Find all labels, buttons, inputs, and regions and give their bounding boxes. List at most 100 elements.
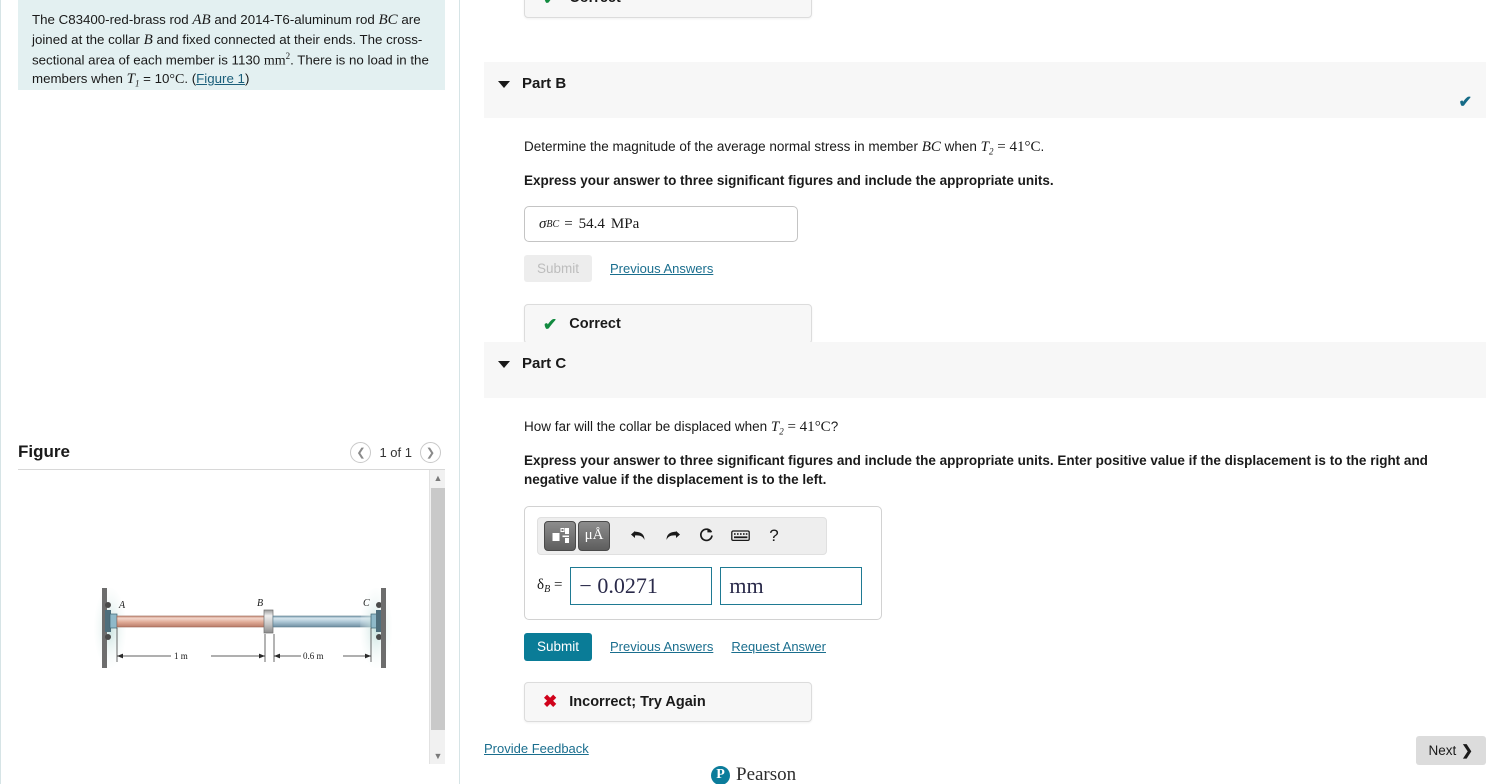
collar-b-symbol: B (143, 31, 153, 48)
part-c-question-post: ? (830, 419, 839, 434)
part-b-header[interactable]: Part B ✔ (484, 62, 1486, 118)
part-b-feedback: ✔ Correct (524, 304, 812, 345)
keyboard-glyph (730, 530, 750, 542)
math-template-glyph (552, 528, 569, 543)
part-b-temp-value: = 41 (993, 139, 1025, 155)
part-b-question-pre: Determine the magnitude of the average n… (524, 139, 922, 154)
part-b-member: BC (921, 139, 941, 155)
part-a-feedback: ✔ Correct (524, 0, 812, 18)
part-b-feedback-label: Correct (569, 316, 621, 333)
undo-glyph (630, 531, 644, 540)
part-c-request-answer-link[interactable]: Request Answer (731, 639, 826, 654)
part-b-instruction: Express your answer to three significant… (524, 173, 1054, 189)
part-c-temp-symbol: T (770, 419, 780, 435)
figure-frame: A B C 1 m 0.6 m ▲ ▼ (18, 469, 445, 764)
part-c-body: How far will the collar be displaced whe… (484, 398, 1486, 722)
part-c-label: Part C (522, 355, 567, 372)
scrollbar-thumb[interactable] (431, 488, 445, 730)
cross-icon: ✖ (543, 692, 558, 711)
part-c-answer-equals: = (553, 576, 563, 593)
figure-prev-button[interactable]: ❮ (350, 441, 372, 463)
area-units: mm (263, 53, 286, 69)
provide-feedback-link[interactable]: Provide Feedback (484, 741, 589, 756)
left-panel: The C83400-red-brass rod AB and 2014-T6-… (0, 0, 445, 784)
caret-down-icon[interactable] (498, 81, 510, 88)
temperature-symbol: T (126, 71, 135, 88)
footer-bar: Provide Feedback Next ❯ (484, 732, 1486, 772)
label-b: B (257, 598, 263, 609)
temperature-equals: = 10 (139, 71, 170, 87)
rod-bc-symbol: BC (378, 12, 398, 28)
math-template-icon[interactable] (544, 520, 576, 551)
part-b-temp-units: °C (1024, 139, 1041, 155)
part-c-answer-row: δB = − 0.0271 mm (537, 566, 869, 605)
chevron-left-icon: ❮ (356, 446, 366, 459)
figure-scrollbar[interactable]: ▲ ▼ (429, 470, 445, 764)
pearson-wordmark: Pearson (736, 764, 797, 784)
figure-nav: ❮ 1 of 1 ❯ (350, 441, 445, 463)
temperature-units: °C (169, 72, 185, 88)
problem-text-2: and 2014-T6-aluminum rod (210, 12, 379, 27)
help-icon[interactable]: ? (758, 521, 790, 551)
figure-title: Figure (18, 442, 70, 461)
part-c-math-editor: μÅ ? δB = − 0.0271 mm (524, 505, 882, 620)
undo-icon[interactable] (622, 521, 654, 551)
part-c-value-text: − 0.0271 (579, 572, 658, 598)
part-a-feedback-label: Correct (569, 0, 621, 6)
part-b-answer-units: MPa (610, 215, 640, 232)
rod-assembly-diagram: A B C 1 m 0.6 m (94, 588, 392, 668)
problem-statement: The C83400-red-brass rod AB and 2014-T6-… (18, 0, 445, 90)
figure-header: Figure ❮ 1 of 1 ❯ (18, 434, 445, 470)
pearson-mark-icon: P (711, 765, 730, 784)
part-b-answer-value: 54.4 (578, 215, 605, 232)
part-b-section: Part B ✔ Determine the magnitude of the … (484, 62, 1486, 345)
part-c-section: Part C How far will the collar be displa… (484, 342, 1486, 722)
part-b-answer-subscript: BC (546, 218, 560, 230)
part-c-temp-units: °C (814, 419, 831, 435)
problem-text-6: . ( (184, 71, 197, 87)
part-c-feedback: ✖ Incorrect; Try Again (524, 681, 812, 722)
figure-1-link[interactable]: Figure 1 (196, 71, 245, 86)
part-c-question: How far will the collar be displaced whe… (524, 416, 1486, 439)
part-c-value-input[interactable]: − 0.0271 (570, 566, 713, 605)
reset-icon[interactable] (690, 521, 722, 551)
part-c-submit-button[interactable]: Submit (524, 632, 592, 661)
scroll-up-button[interactable]: ▲ (430, 470, 446, 486)
math-toolbar: μÅ ? (537, 516, 827, 555)
part-c-units-input[interactable]: mm (720, 566, 863, 605)
part-b-question-mid: when (940, 139, 981, 154)
chevron-right-icon: ❯ (425, 446, 436, 459)
check-icon: ✔ (543, 0, 557, 7)
problem-text-7: ) (244, 71, 250, 87)
part-c-feedback-label: Incorrect; Try Again (569, 693, 706, 710)
part-b-temp-symbol: T (980, 139, 989, 155)
part-b-body: Determine the magnitude of the average n… (484, 118, 1486, 345)
part-b-status-icon: ✔ (1458, 94, 1472, 111)
part-b-answer-field[interactable]: σ BC = 54.4 MPa (524, 206, 798, 243)
dimension-1m: 1 m (174, 651, 188, 661)
redo-icon[interactable] (656, 521, 688, 551)
part-c-instruction: Express your answer to three significant… (524, 453, 1428, 488)
label-c: C (363, 598, 370, 609)
part-c-units-text: mm (729, 572, 764, 598)
part-b-question-post: . (1040, 139, 1045, 154)
part-c-previous-answers-link[interactable]: Previous Answers (610, 639, 713, 654)
part-c-header[interactable]: Part C (484, 342, 1486, 398)
part-c-question-pre: How far will the collar be displaced whe… (524, 419, 771, 434)
part-b-previous-answers-link[interactable]: Previous Answers (610, 261, 713, 276)
caret-down-icon[interactable] (498, 361, 510, 368)
problem-text-1: The C83400-red-brass rod (32, 12, 193, 27)
next-button-label: Next (1428, 743, 1457, 758)
part-c-actions: Submit Previous Answers Request Answer (524, 632, 1486, 661)
part-b-label: Part B (522, 75, 567, 92)
next-button[interactable]: Next ❯ (1415, 736, 1486, 765)
units-micro-angstrom-icon[interactable]: μÅ (578, 520, 610, 551)
check-icon: ✔ (543, 314, 558, 334)
part-b-answer-equals: = (564, 215, 573, 232)
keyboard-icon[interactable] (724, 521, 756, 551)
reset-glyph (699, 528, 713, 542)
figure-next-button[interactable]: ❯ (420, 441, 441, 463)
scroll-down-button[interactable]: ▼ (430, 748, 446, 764)
part-b-question: Determine the magnitude of the average n… (524, 136, 1486, 159)
dimension-06m: 0.6 m (303, 651, 324, 661)
